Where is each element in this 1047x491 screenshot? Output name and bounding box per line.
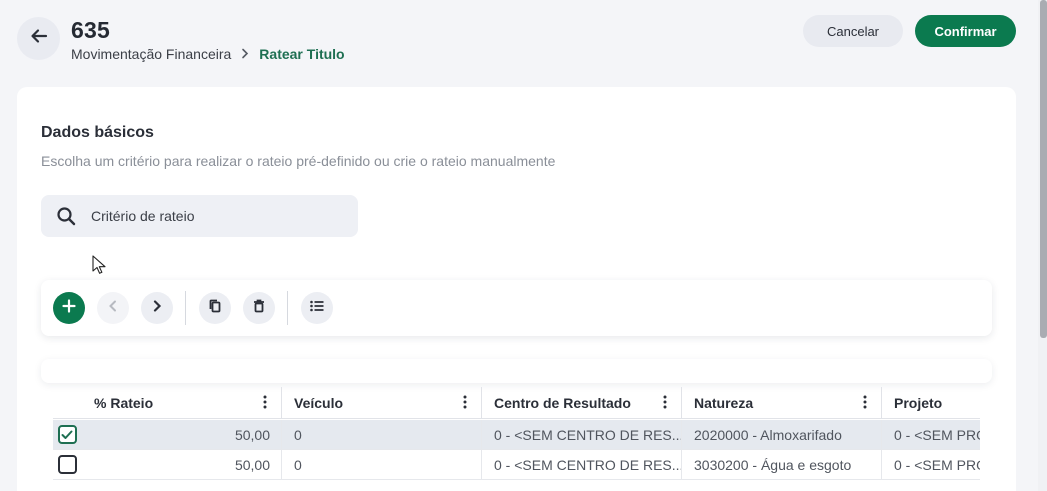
column-header-veiculo[interactable]: Veículo — [282, 387, 482, 418]
cell-veiculo: 0 — [282, 450, 482, 479]
columns-button[interactable] — [301, 292, 333, 324]
back-button[interactable] — [17, 17, 60, 60]
scrollbar-thumb[interactable] — [1040, 0, 1047, 338]
breadcrumb-parent[interactable]: Movimentação Financeira — [71, 46, 231, 62]
criteria-search[interactable] — [41, 195, 358, 237]
cell-centro: 0 - <SEM CENTRO DE RES... — [482, 420, 682, 449]
kebab-menu-icon[interactable] — [263, 395, 267, 412]
toolbar-divider — [185, 291, 186, 325]
column-label: % Rateio — [94, 394, 154, 411]
column-label: Veículo — [294, 394, 344, 411]
cell-veiculo: 0 — [282, 420, 482, 449]
column-header-natureza[interactable]: Natureza — [682, 387, 882, 418]
cancel-button[interactable]: Cancelar — [803, 15, 903, 47]
cell-centro: 0 - <SEM CENTRO DE RES... — [482, 450, 682, 479]
column-header-projeto[interactable]: Projeto — [882, 387, 980, 418]
breadcrumb: Movimentação Financeira Ratear Titulo — [71, 46, 345, 62]
toolbar-divider — [287, 291, 288, 325]
trash-icon — [253, 299, 265, 318]
search-icon — [55, 205, 77, 227]
column-label: Centro de Resultado — [494, 394, 631, 411]
cell-rateio: 50,00 — [81, 420, 282, 449]
add-button[interactable] — [53, 292, 85, 324]
cell-natureza: 2020000 - Almoxarifado — [682, 420, 882, 449]
column-label: Natureza — [694, 394, 754, 411]
table-row[interactable]: 50,00 0 0 - <SEM CENTRO DE RES... 202000… — [53, 420, 980, 450]
chevron-left-icon — [108, 299, 118, 317]
row-check-cell — [53, 420, 81, 449]
cell-natureza: 3030200 - Água e esgoto — [682, 450, 882, 479]
plus-icon — [62, 298, 76, 318]
section-title: Dados básicos — [41, 124, 154, 141]
copy-button[interactable] — [199, 292, 231, 324]
mouse-cursor-icon — [92, 255, 106, 280]
cell-projeto: 0 - <SEM PROJ — [894, 426, 980, 443]
column-header-rateio[interactable]: % Rateio — [81, 387, 282, 418]
column-header-centro[interactable]: Centro de Resultado — [482, 387, 682, 418]
list-icon — [310, 299, 324, 317]
section-description: Escolha um critério para realizar o rate… — [41, 153, 556, 169]
criteria-search-input[interactable] — [91, 208, 331, 224]
kebab-menu-icon[interactable] — [463, 395, 467, 412]
grid-toolbar — [41, 280, 992, 336]
row-checkbox[interactable] — [57, 455, 77, 474]
cell-rateio: 50,00 — [81, 450, 282, 479]
row-check-cell — [53, 450, 81, 479]
arrow-left-icon — [30, 27, 48, 50]
copy-icon — [209, 299, 221, 318]
filter-bar — [41, 359, 992, 383]
table-header: % Rateio Veículo Centro de Resultado Nat… — [53, 387, 980, 419]
confirm-button[interactable]: Confirmar — [915, 15, 1016, 47]
rateio-table: % Rateio Veículo Centro de Resultado Nat… — [53, 387, 980, 491]
kebab-menu-icon[interactable] — [863, 395, 867, 412]
cell-projeto: 0 - <SEM PROJ — [894, 456, 980, 473]
chevron-right-icon — [152, 299, 162, 317]
chevron-right-icon — [241, 47, 249, 62]
previous-button[interactable] — [97, 292, 129, 324]
row-checkbox[interactable] — [57, 425, 77, 444]
next-button[interactable] — [141, 292, 173, 324]
delete-button[interactable] — [243, 292, 275, 324]
table-row[interactable]: 50,00 0 0 - <SEM CENTRO DE RES... 303020… — [53, 450, 980, 480]
header-check-cell — [53, 387, 81, 418]
breadcrumb-current: Ratear Titulo — [259, 46, 345, 62]
column-label: Projeto — [894, 394, 943, 411]
kebab-menu-icon[interactable] — [663, 395, 667, 412]
page-title: 635 — [71, 17, 110, 43]
